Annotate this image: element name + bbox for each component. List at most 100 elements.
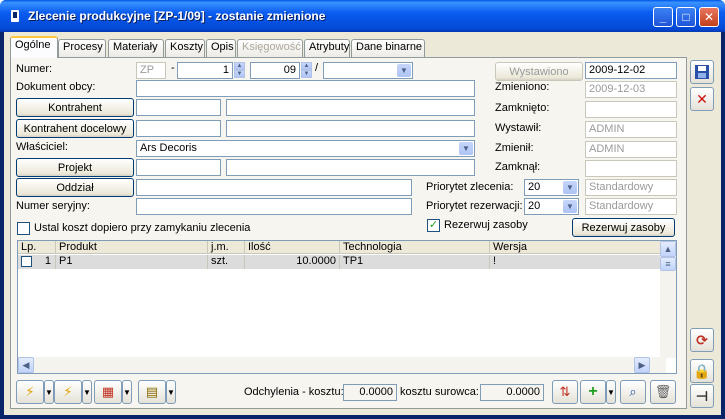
double-lightning-icon[interactable]: ⚡ xyxy=(54,380,82,404)
scroll-thumb[interactable]: ≡ xyxy=(660,257,676,271)
save-icon[interactable] xyxy=(690,60,714,84)
numer-year-field[interactable]: 09 xyxy=(250,62,300,79)
rezerwuj-zasoby-button[interactable]: Rezerwuj zasoby xyxy=(572,218,675,237)
numer-spinner[interactable]: ▲ ▼ xyxy=(234,62,245,79)
surowca-label: kosztu surowca: xyxy=(400,386,479,398)
transfer-icon[interactable]: ⇅ xyxy=(552,380,578,404)
tab-koszty[interactable]: Koszty xyxy=(165,39,205,57)
rezerwuj-checkbox[interactable]: ✓ xyxy=(427,219,440,232)
items-grid[interactable]: Lp. Produkt j.m. Ilość Technologia Wersj… xyxy=(17,240,677,374)
priorytet-zlecenia-select[interactable]: 20 ▼ xyxy=(524,179,579,196)
kontrahent-name-field[interactable] xyxy=(226,99,475,116)
priorytet-rezerwacji-desc: Standardowy xyxy=(585,198,677,215)
row-jm-cell: szt. xyxy=(208,255,245,269)
row-wersja-cell: ! xyxy=(490,255,661,269)
document-icon[interactable]: ▤ xyxy=(138,380,166,404)
wystawil-label: Wystawił: xyxy=(495,122,542,134)
column-header-jm[interactable]: j.m. xyxy=(208,241,245,254)
column-header-ilosc[interactable]: Ilość xyxy=(245,241,340,254)
priorytet-rezerwacji-label: Priorytet rezerwacji: xyxy=(426,200,523,212)
column-header-technologia[interactable]: Technologia xyxy=(340,241,490,254)
oddzial-field[interactable] xyxy=(136,179,412,196)
rezerwuj-checkbox-label: Rezerwuj zasoby xyxy=(444,219,528,231)
dokument-obcy-field[interactable] xyxy=(136,80,475,97)
trash-icon[interactable]: 🗑 xyxy=(650,380,676,404)
projekt-button[interactable]: Projekt xyxy=(16,158,134,177)
scroll-left-icon[interactable]: ◀ xyxy=(18,357,34,373)
tab-opis[interactable]: Opis xyxy=(206,39,236,57)
tab-ksiegowosc: Księgowość xyxy=(237,39,303,57)
chevron-down-icon: ▼ xyxy=(563,181,577,194)
surowca-value: 0.0000 xyxy=(480,384,544,401)
search-icon[interactable]: ⌕ xyxy=(620,380,646,404)
kontrahent-button[interactable]: Kontrahent xyxy=(16,98,134,117)
minimize-icon[interactable]: _ xyxy=(653,7,673,27)
zamknal-label: Zamknął: xyxy=(495,161,541,173)
oddzial-button[interactable]: Oddział xyxy=(16,178,134,197)
chevron-down-icon: ▼ xyxy=(563,200,577,213)
chevron-down-icon[interactable]: ▼ xyxy=(122,380,132,404)
tab-atrybuty[interactable]: Atrybuty xyxy=(304,39,350,57)
cancel-icon[interactable]: ✕ xyxy=(690,87,714,111)
numer-seryjny-field[interactable] xyxy=(136,198,412,215)
projekt-code-field[interactable] xyxy=(136,159,221,176)
scroll-up-icon[interactable]: ▲ xyxy=(660,241,676,257)
lock-icon[interactable]: 🔒 xyxy=(690,359,714,383)
chevron-down-icon[interactable]: ▼ xyxy=(82,380,92,404)
add-icon[interactable]: + xyxy=(580,380,606,404)
projekt-name-field[interactable] xyxy=(226,159,475,176)
tab-ogolne[interactable]: Ogólne xyxy=(10,36,58,58)
odchylenia-label: Odchylenia - kosztu: xyxy=(244,386,344,398)
column-header-produkt[interactable]: Produkt xyxy=(56,241,208,254)
odchylenia-value: 0.0000 xyxy=(343,384,397,401)
zmieniono-label: Zmieniono: xyxy=(495,81,550,93)
zmieniono-date-field: 2009-12-03 xyxy=(585,81,677,98)
row-checkbox[interactable] xyxy=(21,256,32,267)
zamknal-field xyxy=(585,160,677,177)
numer-separator: - xyxy=(171,62,175,74)
chevron-down-icon[interactable]: ▼ xyxy=(44,380,54,404)
numer-prefix-field: ZP xyxy=(136,62,166,79)
numer-slash: / xyxy=(315,62,319,74)
kontrahent-docelowy-button[interactable]: Kontrahent docelowy xyxy=(16,119,134,138)
scroll-right-icon[interactable]: ▶ xyxy=(634,357,650,373)
refresh-icon[interactable]: ⟳ xyxy=(690,328,714,352)
pin-icon[interactable]: ⊣ xyxy=(690,384,714,408)
kontrahent-docelowy-name-field[interactable] xyxy=(226,120,475,137)
chevron-down-icon[interactable]: ▼ xyxy=(606,380,616,404)
tab-page-ogolne: Numer: ZP - 1 ▲ ▼ 09 ▲ ▼ / ▼ Dokument obcy… xyxy=(10,57,687,409)
numer-label: Numer: xyxy=(16,63,53,75)
tab-dane-binarne[interactable]: Dane binarne xyxy=(351,39,425,57)
kontrahent-docelowy-code-field[interactable] xyxy=(136,120,221,137)
horizontal-scrollbar[interactable]: ◀ ▶ xyxy=(18,357,666,373)
year-spinner[interactable]: ▲ ▼ xyxy=(301,62,312,79)
application-window: Zlecenie produkcyjne [ZP-1/09] - zostani… xyxy=(0,0,725,419)
priorytet-zlecenia-label: Priorytet zlecenia: xyxy=(426,181,514,193)
lightning-icon[interactable]: ⚡ xyxy=(16,380,44,404)
ustal-koszt-checkbox[interactable] xyxy=(17,222,30,235)
row-ilosc-cell: 10.0000 xyxy=(245,255,340,269)
tab-procesy[interactable]: Procesy xyxy=(58,39,106,57)
chevron-down-icon: ▼ xyxy=(397,64,411,77)
column-header-lp[interactable]: Lp. xyxy=(18,241,56,254)
chevron-down-icon[interactable]: ▼ xyxy=(166,380,176,404)
numer-value-field[interactable]: 1 xyxy=(177,62,233,79)
zamknieto-label: Zamknięto: xyxy=(495,102,550,114)
priorytet-rezerwacji-select[interactable]: 20 ▼ xyxy=(524,198,579,215)
tab-materialy[interactable]: Materiały xyxy=(108,39,164,57)
close-icon[interactable]: ✕ xyxy=(699,7,719,27)
calculator-icon[interactable]: ▦ xyxy=(94,380,122,404)
window-title: Zlecenie produkcyjne [ZP-1/09] - zostani… xyxy=(28,9,326,23)
app-icon xyxy=(11,10,19,22)
wystawiono-date-field[interactable]: 2009-12-02 xyxy=(585,62,677,79)
chevron-down-icon: ▼ xyxy=(459,142,473,155)
wlasciciel-label: Właściciel: xyxy=(16,141,68,153)
column-header-wersja[interactable]: Wersja xyxy=(490,241,661,254)
kontrahent-code-field[interactable] xyxy=(136,99,221,116)
maximize-icon[interactable]: □ xyxy=(676,7,696,27)
table-row[interactable]: 1 P1 szt. 10.0000 TP1 ! xyxy=(18,255,661,269)
row-lp-cell: 1 xyxy=(18,255,56,269)
numer-series-select[interactable]: ▼ xyxy=(323,62,413,79)
vertical-scrollbar[interactable]: ▲ ≡ xyxy=(660,241,676,358)
wlasciciel-select[interactable]: Ars Decoris ▼ xyxy=(136,140,475,157)
